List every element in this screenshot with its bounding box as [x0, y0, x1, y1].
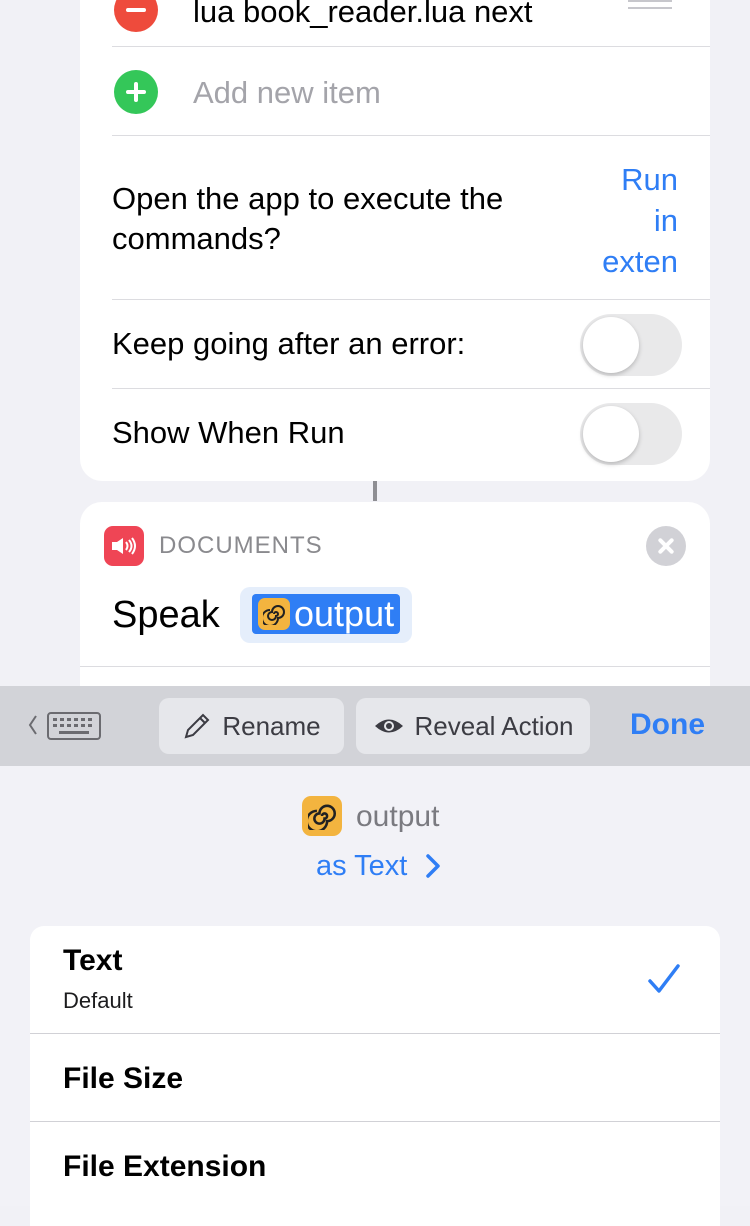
- action-connector: [373, 481, 377, 501]
- type-option-file-extension[interactable]: File Extension: [30, 1122, 720, 1212]
- divider: [80, 666, 710, 667]
- close-icon[interactable]: [646, 526, 686, 566]
- run-in-extension-button[interactable]: Run in exten: [558, 159, 678, 282]
- chevron-right-icon[interactable]: [422, 852, 442, 880]
- add-item-button[interactable]: [114, 70, 158, 114]
- rename-button[interactable]: Rename: [159, 698, 344, 754]
- action-verb: Speak: [112, 594, 220, 636]
- variable-header: output: [0, 796, 750, 836]
- keep-going-label: Keep going after an error:: [112, 326, 466, 361]
- show-when-run-toggle[interactable]: [580, 403, 682, 465]
- spiral-icon: [302, 796, 342, 836]
- keyboard-icon[interactable]: [26, 708, 104, 744]
- speaker-icon: [104, 526, 144, 566]
- divider: [112, 388, 710, 389]
- pencil-icon: [184, 713, 210, 739]
- checkmark-icon: [648, 964, 680, 993]
- divider: [112, 46, 710, 47]
- divider: [112, 299, 710, 300]
- remove-item-button[interactable]: [114, 0, 158, 32]
- variable-panel: output as Text Text Default File Size Fi…: [0, 766, 750, 1226]
- output-variable-token[interactable]: output: [240, 587, 413, 643]
- editor-area: lua book_reader.lua next Add new item Op…: [0, 0, 750, 686]
- type-option-text[interactable]: Text Default: [30, 926, 720, 1033]
- keyboard-toolbar: Rename Reveal Action Done: [0, 686, 750, 766]
- drag-handle-icon[interactable]: [628, 0, 672, 14]
- variable-name: output: [356, 800, 440, 833]
- as-type-button[interactable]: as Text: [316, 850, 407, 883]
- spiral-icon: [258, 598, 290, 630]
- list-item-text[interactable]: lua book_reader.lua next: [193, 0, 533, 30]
- reveal-action-button[interactable]: Reveal Action: [356, 698, 590, 754]
- type-option-file-size[interactable]: File Size: [30, 1034, 720, 1121]
- done-button[interactable]: Done: [630, 708, 705, 742]
- keep-going-toggle[interactable]: [580, 314, 682, 376]
- type-list: Text Default File Size File Extension: [30, 926, 720, 1226]
- divider: [112, 135, 710, 136]
- eye-icon: [374, 719, 403, 733]
- run-shell-action-card: lua book_reader.lua next Add new item Op…: [80, 0, 710, 481]
- add-item-placeholder[interactable]: Add new item: [193, 75, 381, 111]
- speak-action-card: DOCUMENTS Speak output: [80, 502, 710, 686]
- token-label: output: [294, 593, 395, 634]
- show-when-run-label: Show When Run: [112, 415, 345, 450]
- action-category: DOCUMENTS: [159, 532, 323, 559]
- open-app-label: Open the app to execute the commands?: [112, 181, 504, 256]
